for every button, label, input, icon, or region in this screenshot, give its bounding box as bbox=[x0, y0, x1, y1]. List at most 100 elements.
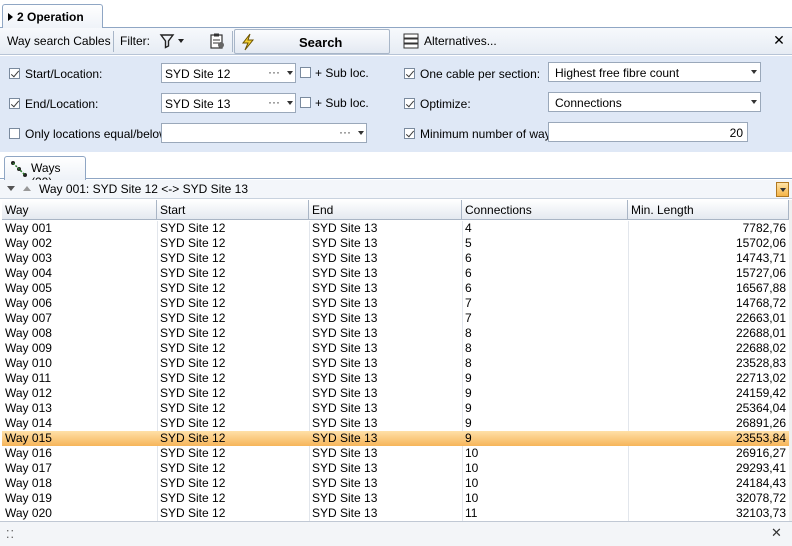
optimize-value: Connections bbox=[555, 96, 622, 110]
cell-end: SYD Site 13 bbox=[312, 251, 378, 265]
cell-way: Way 013 bbox=[5, 401, 52, 415]
column-header-connections[interactable]: Connections bbox=[462, 200, 628, 220]
end-sub-loc-checkbox[interactable] bbox=[300, 97, 311, 108]
search-filter-panel: Start/Location: SYD Site 12 ··· + Sub lo… bbox=[0, 56, 792, 152]
cell-way: Way 007 bbox=[5, 311, 52, 325]
only-locations-combo[interactable]: ··· bbox=[161, 123, 367, 143]
min-ways-checkbox[interactable] bbox=[404, 128, 415, 139]
alternatives-label: Alternatives... bbox=[424, 34, 497, 48]
table-row[interactable]: Way 006 SYD Site 12 SYD Site 13 7 14768,72 bbox=[2, 296, 789, 311]
cell-end: SYD Site 13 bbox=[312, 311, 378, 325]
cell-connections: 7 bbox=[465, 311, 472, 325]
table-row[interactable]: Way 016 SYD Site 12 SYD Site 13 10 26916,27 bbox=[2, 446, 789, 461]
cell-start: SYD Site 12 bbox=[160, 251, 226, 265]
search-button[interactable]: Search bbox=[234, 29, 390, 54]
cell-way: Way 006 bbox=[5, 296, 52, 310]
one-cable-select[interactable]: Highest free fibre count bbox=[548, 62, 761, 82]
column-header-min-length[interactable]: Min. Length bbox=[628, 200, 789, 220]
column-header-end[interactable]: End bbox=[309, 200, 462, 220]
table-row[interactable]: Way 008 SYD Site 12 SYD Site 13 8 22688,01 bbox=[2, 326, 789, 341]
cell-end: SYD Site 13 bbox=[312, 266, 378, 280]
table-row[interactable]: Way 010 SYD Site 12 SYD Site 13 8 23528,83 bbox=[2, 356, 789, 371]
table-row[interactable]: Way 011 SYD Site 12 SYD Site 13 9 22713,02 bbox=[2, 371, 789, 386]
cell-end: SYD Site 13 bbox=[312, 416, 378, 430]
table-row[interactable]: Way 019 SYD Site 12 SYD Site 13 10 32078,72 bbox=[2, 491, 789, 506]
table-row[interactable]: Way 015 SYD Site 12 SYD Site 13 9 23553,84 bbox=[2, 431, 789, 446]
toolbar-separator bbox=[232, 31, 233, 52]
cell-end: SYD Site 13 bbox=[312, 341, 378, 355]
tab-expand-arrow-icon bbox=[8, 13, 13, 21]
tab-operation-label: 2 Operation bbox=[17, 10, 84, 24]
optimize-select[interactable]: Connections bbox=[548, 92, 761, 112]
cell-min-length: 25364,04 bbox=[735, 401, 786, 415]
document-tab-strip: 2 Operation bbox=[0, 0, 792, 29]
next-arrow-icon[interactable] bbox=[7, 186, 15, 191]
column-header-start[interactable]: Start bbox=[157, 200, 309, 220]
cell-connections: 10 bbox=[465, 461, 479, 475]
table-row[interactable]: Way 020 SYD Site 12 SYD Site 13 11 32103,73 bbox=[2, 506, 789, 521]
route-icon bbox=[11, 161, 27, 177]
filter-dropdown-button[interactable] bbox=[159, 33, 185, 50]
cell-connections: 6 bbox=[465, 281, 472, 295]
table-row[interactable]: Way 004 SYD Site 12 SYD Site 13 6 15727,06 bbox=[2, 266, 789, 281]
cell-connections: 9 bbox=[465, 371, 472, 385]
toolbar: Way search Cables Filter: Search Alterna… bbox=[0, 28, 792, 55]
chevron-down-icon[interactable] bbox=[287, 101, 293, 105]
table-row[interactable]: Way 007 SYD Site 12 SYD Site 13 7 22663,01 bbox=[2, 311, 789, 326]
start-location-label: Start/Location: bbox=[25, 67, 103, 81]
way-dropdown-button[interactable] bbox=[776, 182, 789, 197]
cell-start: SYD Site 12 bbox=[160, 461, 226, 475]
cell-end: SYD Site 13 bbox=[312, 326, 378, 340]
table-row[interactable]: Way 018 SYD Site 12 SYD Site 13 10 24184,43 bbox=[2, 476, 789, 491]
table-row[interactable]: Way 005 SYD Site 12 SYD Site 13 6 16567,88 bbox=[2, 281, 789, 296]
min-ways-input[interactable]: 20 bbox=[548, 122, 748, 142]
table-row[interactable]: Way 012 SYD Site 12 SYD Site 13 9 24159,42 bbox=[2, 386, 789, 401]
close-icon[interactable]: ✕ bbox=[771, 525, 782, 541]
properties-button[interactable] bbox=[208, 32, 228, 51]
cell-connections: 11 bbox=[465, 506, 478, 520]
cell-min-length: 29293,41 bbox=[735, 461, 786, 475]
cell-way: Way 011 bbox=[5, 371, 52, 385]
table-row[interactable]: Way 009 SYD Site 12 SYD Site 13 8 22688,02 bbox=[2, 341, 789, 356]
tab-operation[interactable]: 2 Operation bbox=[2, 4, 103, 29]
cell-way: Way 004 bbox=[5, 266, 52, 280]
more-dots-icon[interactable]: ··· bbox=[268, 65, 280, 79]
end-location-checkbox[interactable] bbox=[9, 98, 20, 109]
grip-icon[interactable]: ⁚⁚ bbox=[6, 528, 15, 541]
chevron-down-icon[interactable] bbox=[751, 70, 757, 74]
more-dots-icon[interactable]: ··· bbox=[339, 125, 351, 139]
table-row[interactable]: Way 002 SYD Site 12 SYD Site 13 5 15702,06 bbox=[2, 236, 789, 251]
lightning-icon bbox=[241, 33, 255, 51]
optimize-checkbox[interactable] bbox=[404, 98, 415, 109]
cell-start: SYD Site 12 bbox=[160, 296, 226, 310]
cell-min-length: 32078,72 bbox=[735, 491, 786, 505]
one-cable-checkbox[interactable] bbox=[404, 68, 415, 79]
cell-connections: 6 bbox=[465, 251, 472, 265]
cell-start: SYD Site 12 bbox=[160, 326, 226, 340]
alternatives-button[interactable]: Alternatives... bbox=[403, 31, 513, 52]
start-location-combo[interactable]: SYD Site 12 ··· bbox=[161, 63, 296, 83]
chevron-down-icon[interactable] bbox=[751, 100, 757, 104]
cell-end: SYD Site 13 bbox=[312, 281, 378, 295]
column-header-way[interactable]: Way bbox=[2, 200, 157, 220]
tab-ways[interactable]: Ways (20) bbox=[4, 156, 86, 189]
results-tab-strip: Ways (20) bbox=[0, 152, 792, 189]
cell-connections: 4 bbox=[465, 221, 472, 235]
chevron-down-icon[interactable] bbox=[358, 131, 364, 135]
table-row[interactable]: Way 017 SYD Site 12 SYD Site 13 10 29293,41 bbox=[2, 461, 789, 476]
end-location-combo[interactable]: SYD Site 13 ··· bbox=[161, 93, 296, 113]
table-row[interactable]: Way 013 SYD Site 12 SYD Site 13 9 25364,04 bbox=[2, 401, 789, 416]
table-row[interactable]: Way 001 SYD Site 12 SYD Site 13 4 7782,76 bbox=[2, 221, 789, 236]
close-icon[interactable]: ✕ bbox=[772, 32, 786, 49]
table-row[interactable]: Way 014 SYD Site 12 SYD Site 13 9 26891,26 bbox=[2, 416, 789, 431]
previous-arrow-icon[interactable] bbox=[23, 186, 31, 191]
start-location-checkbox[interactable] bbox=[9, 68, 20, 79]
only-locations-checkbox[interactable] bbox=[9, 128, 20, 139]
cell-end: SYD Site 13 bbox=[312, 461, 378, 475]
more-dots-icon[interactable]: ··· bbox=[268, 95, 280, 109]
table-row[interactable]: Way 003 SYD Site 12 SYD Site 13 6 14743,71 bbox=[2, 251, 789, 266]
way-search-cables-label: Way search Cables bbox=[7, 34, 111, 48]
start-sub-loc-checkbox[interactable] bbox=[300, 67, 311, 78]
cell-end: SYD Site 13 bbox=[312, 446, 378, 460]
chevron-down-icon[interactable] bbox=[287, 71, 293, 75]
